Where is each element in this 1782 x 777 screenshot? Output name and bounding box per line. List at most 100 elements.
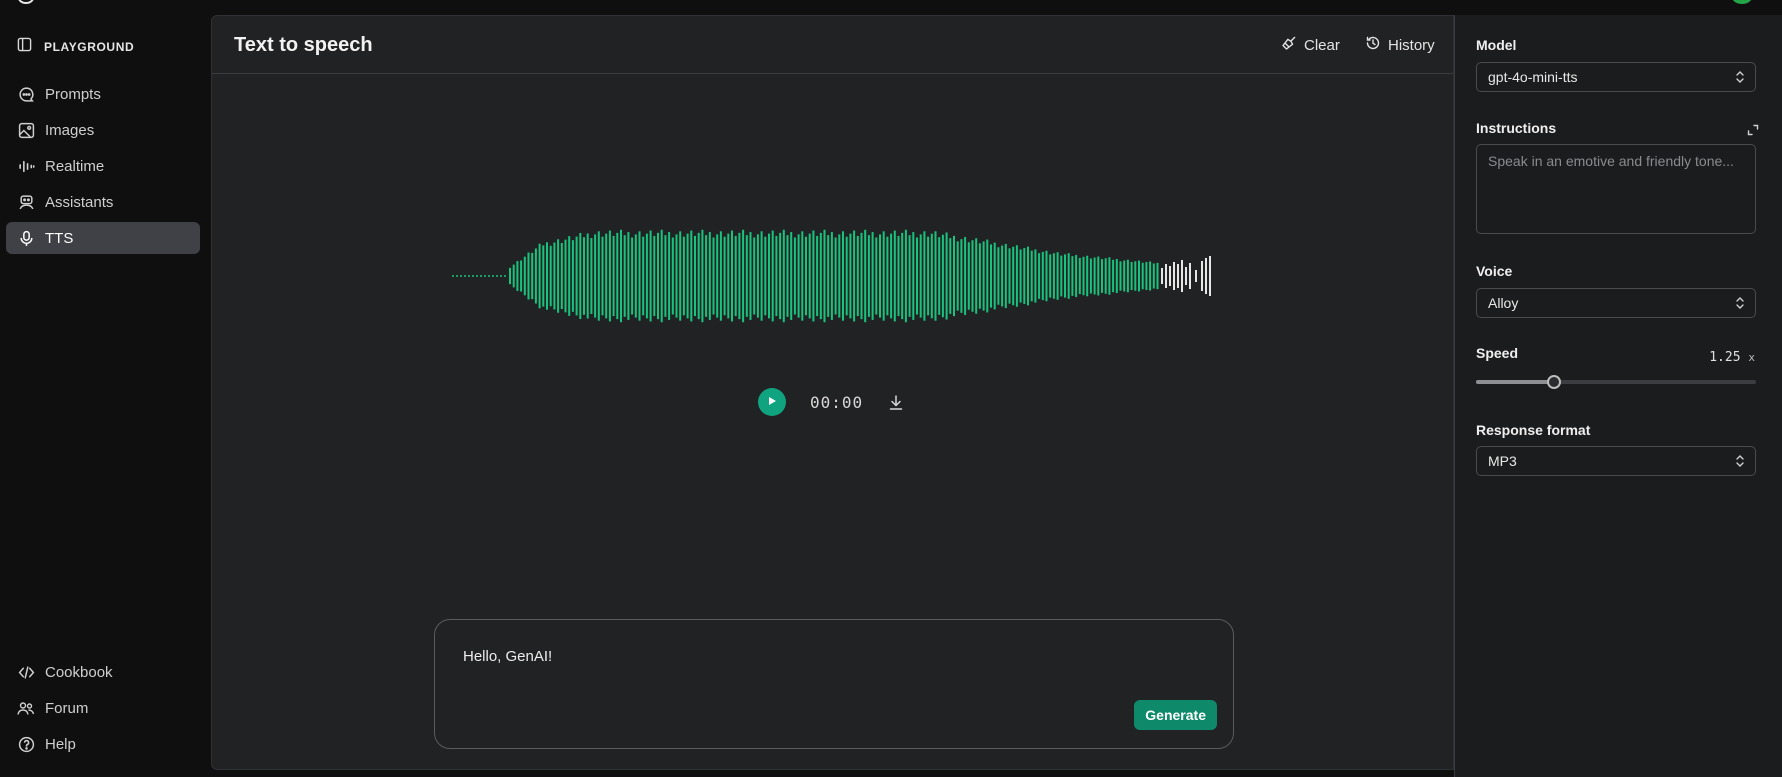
chat-icon bbox=[17, 85, 35, 103]
waveform-bar bbox=[1027, 246, 1029, 306]
model-select-value: gpt-4o-mini-tts bbox=[1488, 69, 1578, 85]
response-format-select[interactable]: MP3 bbox=[1476, 446, 1756, 476]
help-icon bbox=[17, 735, 35, 753]
waveform-bar bbox=[927, 236, 930, 316]
sidebar-item-label: Realtime bbox=[45, 157, 105, 175]
waveform-bar-unplayed bbox=[1177, 264, 1179, 288]
sidebar-item-assistants[interactable]: Assistants bbox=[6, 186, 200, 218]
sidebar: PLAYGROUND Prompts Images Realtime Assis… bbox=[0, 15, 211, 777]
waveform-bar bbox=[583, 237, 585, 315]
waveform-bar bbox=[956, 241, 959, 311]
instructions-label: Instructions bbox=[1476, 120, 1557, 136]
waveform-bar bbox=[719, 231, 722, 321]
waveform-bar bbox=[764, 236, 767, 316]
audio-waveform[interactable] bbox=[437, 211, 1237, 341]
sidebar-item-label: TTS bbox=[45, 229, 74, 247]
voice-select[interactable]: Alloy bbox=[1476, 288, 1756, 318]
openai-logo-icon[interactable] bbox=[18, 0, 34, 4]
waveform-bar bbox=[790, 232, 793, 320]
waveform-bar bbox=[1034, 249, 1037, 303]
sidebar-item-help[interactable]: Help bbox=[6, 728, 200, 760]
generate-button[interactable]: Generate bbox=[1134, 700, 1217, 730]
waveform-bar bbox=[1008, 248, 1011, 304]
waveform-bar bbox=[612, 235, 615, 317]
waveform-bar bbox=[860, 232, 863, 320]
waveform-bar bbox=[1012, 246, 1015, 306]
waveform-bar bbox=[694, 235, 696, 317]
sidebar-item-label: Cookbook bbox=[45, 663, 113, 681]
avatar[interactable] bbox=[1732, 0, 1752, 4]
waveform-bar bbox=[660, 229, 663, 323]
waveform-bar bbox=[1115, 258, 1118, 294]
waveform-bar bbox=[949, 238, 952, 314]
waveform-bar bbox=[1101, 259, 1103, 293]
sidebar-item-forum[interactable]: Forum bbox=[6, 692, 200, 724]
sidebar-item-tts[interactable]: TTS bbox=[6, 222, 200, 254]
waveform-bar bbox=[716, 234, 719, 318]
play-button[interactable] bbox=[758, 388, 786, 416]
waveform-bar bbox=[620, 229, 622, 323]
waveform-bar bbox=[538, 243, 541, 309]
sidebar-item-prompts[interactable]: Prompts bbox=[6, 78, 200, 110]
text-input-box[interactable]: Hello, GenAI! Generate bbox=[434, 619, 1234, 749]
sidebar-item-label: Help bbox=[45, 735, 76, 753]
waveform-bar bbox=[867, 235, 870, 317]
waveform-bar bbox=[941, 234, 944, 318]
speed-slider-thumb[interactable] bbox=[1547, 375, 1562, 389]
instructions-textarea[interactable]: Speak in an emotive and friendly tone... bbox=[1476, 144, 1756, 234]
sidebar-item-cookbook[interactable]: Cookbook bbox=[6, 656, 200, 688]
waveform-bar bbox=[671, 237, 674, 315]
waveform-bar bbox=[779, 232, 782, 320]
chevron-up-down-icon bbox=[1735, 296, 1745, 313]
waveform-bar bbox=[1023, 248, 1026, 304]
speed-label: Speed bbox=[1476, 345, 1519, 361]
waveform-bar bbox=[649, 230, 652, 322]
waveform-bar bbox=[560, 242, 563, 310]
waveform-bar bbox=[675, 234, 678, 318]
history-button[interactable]: History bbox=[1365, 35, 1435, 55]
waveform-bar-unplayed bbox=[1181, 260, 1183, 292]
sidebar-toggle-icon[interactable] bbox=[17, 37, 32, 57]
main-panel: Text to speech Clear History 00:00 Hello… bbox=[211, 15, 1454, 770]
waveform-bar bbox=[1086, 255, 1089, 297]
history-label: History bbox=[1388, 36, 1435, 54]
waveform-bar-unplayed bbox=[1161, 268, 1163, 284]
download-icon[interactable] bbox=[889, 394, 903, 410]
waveform-bar bbox=[964, 237, 967, 315]
speed-slider[interactable] bbox=[1476, 375, 1756, 389]
waveform-bar bbox=[579, 232, 582, 320]
text-input[interactable]: Hello, GenAI! bbox=[463, 648, 552, 665]
waveform-bar bbox=[904, 229, 907, 323]
waveform-bar bbox=[1015, 245, 1018, 307]
waveform-bar bbox=[838, 234, 841, 318]
waveform-bar bbox=[760, 231, 763, 321]
clear-button[interactable]: Clear bbox=[1281, 35, 1340, 55]
waveform-bar bbox=[986, 239, 989, 313]
waveform-bar bbox=[756, 234, 759, 318]
waveform-bar bbox=[901, 232, 904, 320]
waveform-bar bbox=[546, 242, 548, 310]
waveform-bar bbox=[1141, 262, 1144, 290]
waveform-bar bbox=[871, 232, 874, 320]
waveform-bar bbox=[1056, 252, 1059, 300]
chevron-up-down-icon bbox=[1735, 454, 1745, 471]
playback-time: 00:00 bbox=[810, 392, 864, 412]
waveform-bar bbox=[993, 242, 996, 310]
waveform-bar bbox=[930, 233, 933, 319]
model-select[interactable]: gpt-4o-mini-tts bbox=[1476, 62, 1756, 92]
sidebar-item-images[interactable]: Images bbox=[6, 114, 200, 146]
response-format-label: Response format bbox=[1476, 422, 1591, 438]
waveform-bar bbox=[897, 235, 900, 317]
waveform-bar bbox=[597, 231, 600, 321]
clear-label: Clear bbox=[1304, 36, 1340, 54]
speed-value: 1.25 x bbox=[1709, 350, 1755, 365]
waveform-bar bbox=[705, 235, 708, 317]
sidebar-item-realtime[interactable]: Realtime bbox=[6, 150, 200, 182]
waveform-bar bbox=[945, 232, 948, 320]
expand-icon[interactable] bbox=[1747, 123, 1759, 141]
robot-icon bbox=[17, 193, 35, 211]
waveform-bar bbox=[1104, 258, 1107, 294]
waveform-bar bbox=[527, 252, 530, 300]
waveform-bar bbox=[919, 234, 922, 318]
waveform-bar-unplayed bbox=[1195, 270, 1197, 282]
